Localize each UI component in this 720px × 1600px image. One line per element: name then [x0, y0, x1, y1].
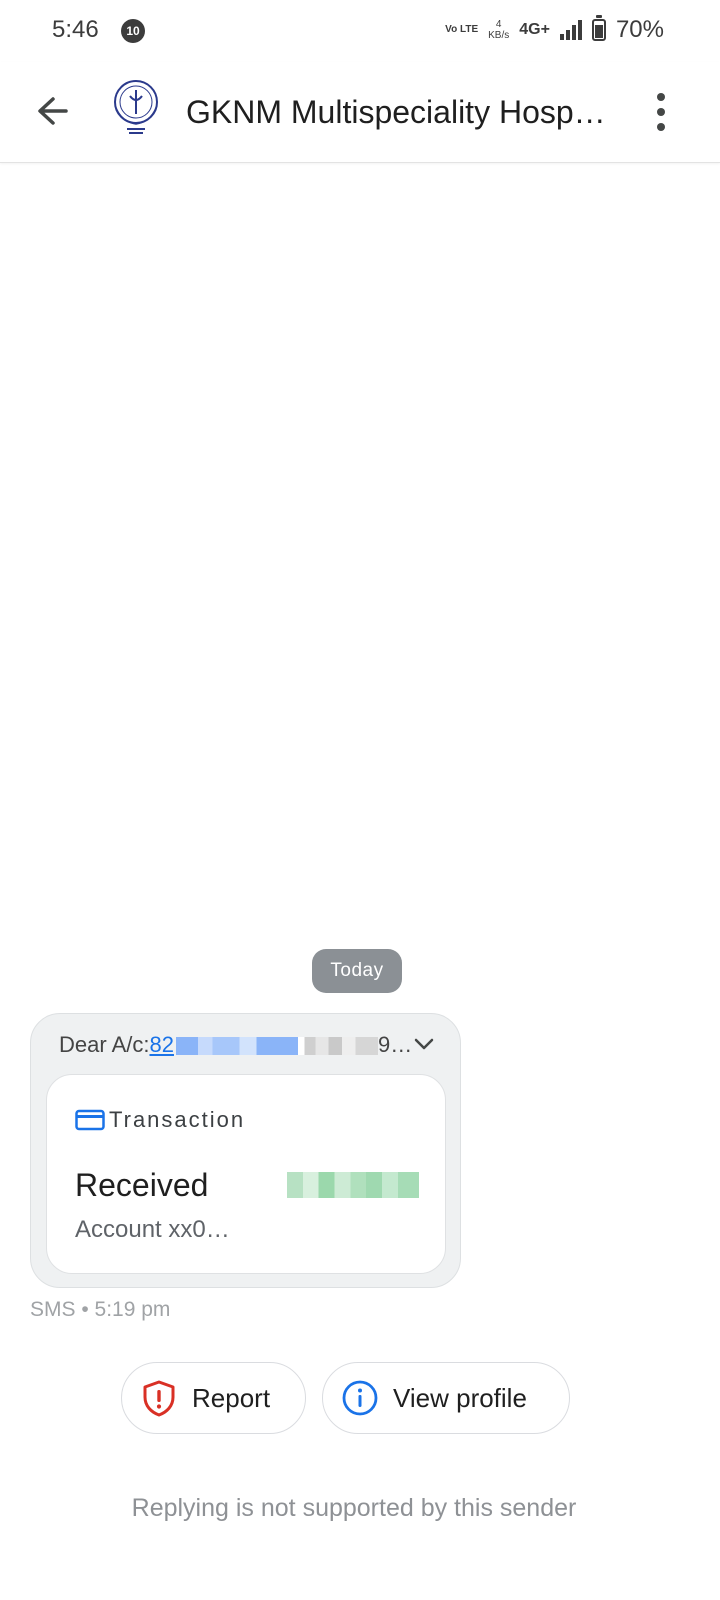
- notification-count-badge: 10: [121, 19, 145, 43]
- message-meta: SMS • 5:19 pm: [30, 1298, 171, 1321]
- volte-label: Vo LTE: [445, 24, 479, 35]
- report-shield-icon: [143, 1380, 175, 1417]
- card-category: Transaction: [109, 1107, 246, 1132]
- card-header: Transaction: [75, 1107, 245, 1133]
- redacted-text-segment: [297, 1037, 378, 1056]
- view-profile-label: View profile: [393, 1382, 527, 1413]
- status-bar: 5:46 10 Vo LTE 4 KB/s 4G+ 70%: [0, 0, 720, 62]
- info-icon: [342, 1380, 378, 1416]
- card-title: Received: [75, 1167, 209, 1203]
- signal-icon: [559, 20, 582, 40]
- report-label: Report: [192, 1382, 271, 1413]
- speed-unit: KB/s: [488, 30, 510, 41]
- battery-percent: 70%: [615, 16, 664, 43]
- view-profile-button[interactable]: View profile: [322, 1362, 570, 1434]
- credit-card-icon: [75, 1109, 105, 1131]
- status-time: 5:46: [52, 16, 99, 43]
- network-type: 4G+: [519, 21, 550, 38]
- battery-icon: [591, 15, 606, 41]
- volte-indicator: Vo LTE: [445, 25, 478, 35]
- more-options-button[interactable]: [646, 86, 686, 138]
- app-bar: GKNM Multispeciality Hosp…: [0, 62, 720, 163]
- redacted-amount: [287, 1172, 419, 1198]
- speed-value: 4: [495, 19, 502, 30]
- message-preview: Dear A/c:82 9…: [59, 1032, 412, 1058]
- preview-suffix: 9…: [377, 1032, 413, 1057]
- message-bubble[interactable]: Dear A/c:82 9… Transaction Received Accou…: [30, 1013, 461, 1288]
- date-divider-chip: Today: [312, 949, 402, 993]
- account-number-link[interactable]: 82: [149, 1032, 173, 1057]
- back-button[interactable]: [26, 84, 80, 138]
- chevron-down-icon: [414, 1038, 434, 1050]
- sender-avatar[interactable]: [108, 78, 164, 138]
- report-button[interactable]: Report: [121, 1362, 306, 1434]
- status-icons: Vo LTE 4 KB/s 4G+ 70%: [445, 15, 664, 44]
- expand-message-button[interactable]: [412, 1034, 436, 1054]
- arrow-back-icon: [38, 97, 68, 125]
- hospital-logo: [114, 80, 158, 134]
- preview-prefix: Dear A/c:: [59, 1032, 150, 1057]
- transaction-card[interactable]: Transaction Received Account xx0…: [46, 1074, 446, 1274]
- redacted-link-segment: [175, 1037, 298, 1056]
- more-vert-icon: [657, 93, 665, 131]
- reply-disabled-note: Replying is not supported by this sender: [131, 1494, 577, 1522]
- conversation-title: GKNM Multispeciality Hosp…: [186, 94, 606, 130]
- network-speed: 4 KB/s: [488, 19, 509, 41]
- card-account: Account xx0…: [75, 1216, 230, 1243]
